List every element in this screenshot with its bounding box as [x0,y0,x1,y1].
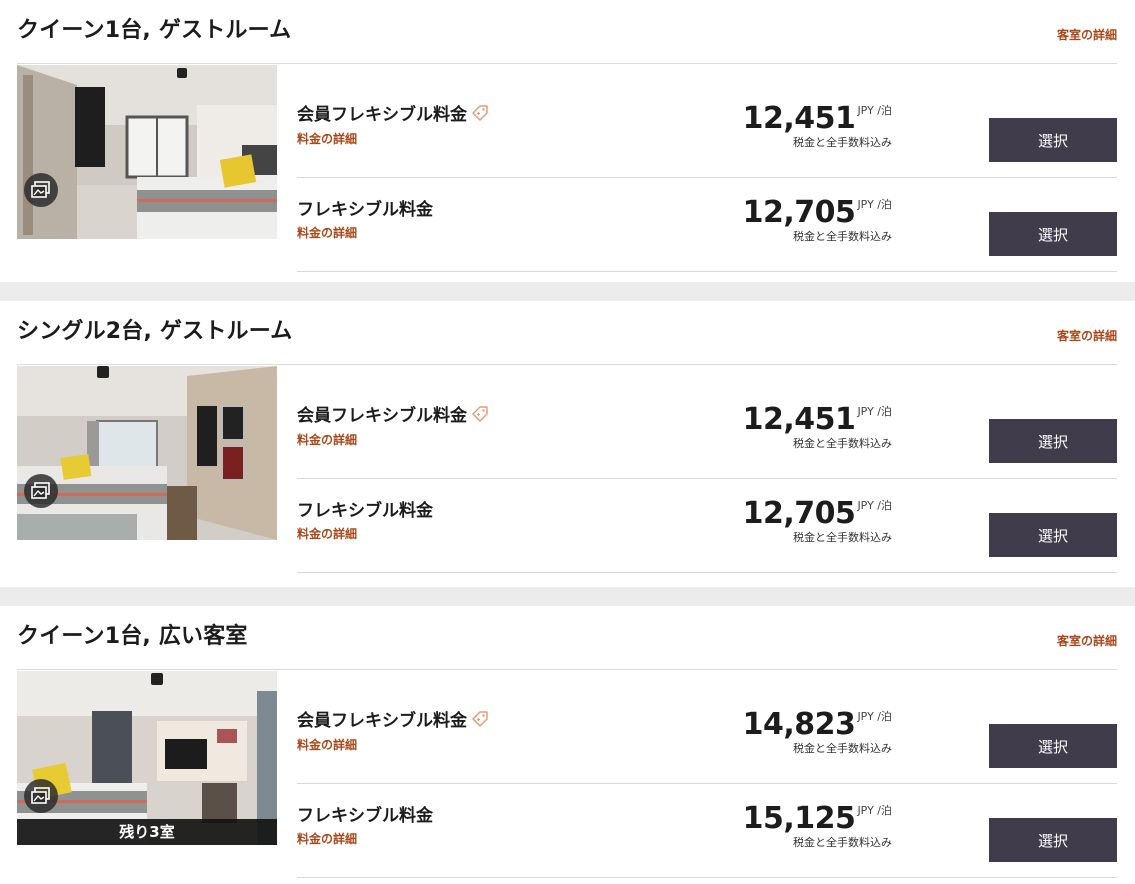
select-button[interactable]: 選択 [989,212,1117,256]
room-title: シングル2台, ゲストルーム [17,319,293,344]
select-button[interactable]: 選択 [989,724,1117,768]
divider [17,364,1117,365]
rate-name-label: 会員フレキシブル料金 [297,105,467,125]
rate-details-link[interactable]: 料金の詳細 [297,130,357,147]
price-block: 12,451 JPY /泊 税金と全手数料込み [743,101,892,150]
gallery-icon[interactable] [24,474,58,508]
divider [297,877,1117,878]
rate-row: 会員フレキシブル料金 料金の詳細 12,451 JPY /泊 税金と全手数料込み … [297,366,1117,479]
rate-name: フレキシブル料金 [297,801,433,826]
rate-name: 会員フレキシブル料金 [297,100,489,125]
room-title: クイーン1台, ゲストルーム [17,18,292,43]
rate-name: フレキシブル料金 [297,496,433,521]
divider [297,271,1117,272]
rate-name: フレキシブル料金 [297,195,433,220]
select-button[interactable]: 選択 [989,419,1117,463]
rate-name-label: フレキシブル料金 [297,200,433,220]
price-amount: 12,705 [742,496,856,531]
price-unit: JPY /泊 [857,710,892,723]
select-button[interactable]: 選択 [989,818,1117,862]
room-list: クイーン1台, ゲストルーム 客室の詳細 会員フレキシブル料金 料金の詳細 12… [0,0,1135,884]
room-photo[interactable] [17,366,277,540]
rate-row: フレキシブル料金 料金の詳細 15,125 JPY /泊 税金と全手数料込み 選択 [297,784,1117,878]
select-button[interactable]: 選択 [989,513,1117,557]
price-tag-icon [471,104,489,122]
gallery-icon[interactable] [24,173,58,207]
price-amount: 15,125 [742,801,856,836]
price-amount: 14,823 [742,707,856,742]
price-amount: 12,451 [742,101,856,136]
price-block: 12,705 JPY /泊 税金と全手数料込み [743,195,892,244]
room-details-link[interactable]: 客室の詳細 [1057,632,1117,649]
price-unit: JPY /泊 [857,804,892,817]
price-amount: 12,451 [742,402,856,437]
room-card: クイーン1台, 広い客室 客室の詳細 残り3室 会員フレキシブル料金 料金の詳細… [0,606,1135,884]
room-card: シングル2台, ゲストルーム 客室の詳細 会員フレキシブル料金 料金の詳細 12… [0,301,1135,587]
rate-details-link[interactable]: 料金の詳細 [297,224,357,241]
rate-name-label: 会員フレキシブル料金 [297,406,467,426]
room-photo[interactable] [17,65,277,239]
rate-name-label: フレキシブル料金 [297,806,433,826]
price-unit: JPY /泊 [857,104,892,117]
rate-details-link[interactable]: 料金の詳細 [297,736,357,753]
price-unit: JPY /泊 [857,198,892,211]
room-details-link[interactable]: 客室の詳細 [1057,26,1117,43]
price-note: 税金と全手数料込み [793,230,892,243]
price-block: 12,705 JPY /泊 税金と全手数料込み [743,496,892,545]
price-amount: 12,705 [742,195,856,230]
rate-name-label: 会員フレキシブル料金 [297,711,467,731]
rate-name: 会員フレキシブル料金 [297,401,489,426]
price-tag-icon [471,710,489,728]
room-photo[interactable]: 残り3室 [17,671,277,845]
rate-details-link[interactable]: 料金の詳細 [297,525,357,542]
price-note: 税金と全手数料込み [793,742,892,755]
rate-row: 会員フレキシブル料金 料金の詳細 14,823 JPY /泊 税金と全手数料込み … [297,671,1117,784]
rate-details-link[interactable]: 料金の詳細 [297,830,357,847]
rate-row: フレキシブル料金 料金の詳細 12,705 JPY /泊 税金と全手数料込み 選択 [297,479,1117,573]
price-note: 税金と全手数料込み [793,531,892,544]
price-note: 税金と全手数料込み [793,437,892,450]
rate-name: 会員フレキシブル料金 [297,706,489,731]
divider [17,669,1117,670]
room-title: クイーン1台, 広い客室 [17,624,248,649]
price-block: 12,451 JPY /泊 税金と全手数料込み [743,402,892,451]
remaining-rooms-badge: 残り3室 [17,819,277,845]
gallery-icon[interactable] [24,779,58,813]
rate-details-link[interactable]: 料金の詳細 [297,431,357,448]
room-card: クイーン1台, ゲストルーム 客室の詳細 会員フレキシブル料金 料金の詳細 12… [0,0,1135,282]
price-block: 14,823 JPY /泊 税金と全手数料込み [743,707,892,756]
rate-row: フレキシブル料金 料金の詳細 12,705 JPY /泊 税金と全手数料込み 選択 [297,178,1117,272]
select-button[interactable]: 選択 [989,118,1117,162]
price-unit: JPY /泊 [857,405,892,418]
divider [17,63,1117,64]
price-unit: JPY /泊 [857,499,892,512]
price-tag-icon [471,405,489,423]
divider [297,572,1117,573]
price-note: 税金と全手数料込み [793,136,892,149]
price-note: 税金と全手数料込み [793,836,892,849]
room-details-link[interactable]: 客室の詳細 [1057,327,1117,344]
rate-row: 会員フレキシブル料金 料金の詳細 12,451 JPY /泊 税金と全手数料込み … [297,65,1117,178]
rate-name-label: フレキシブル料金 [297,501,433,521]
price-block: 15,125 JPY /泊 税金と全手数料込み [743,801,892,850]
